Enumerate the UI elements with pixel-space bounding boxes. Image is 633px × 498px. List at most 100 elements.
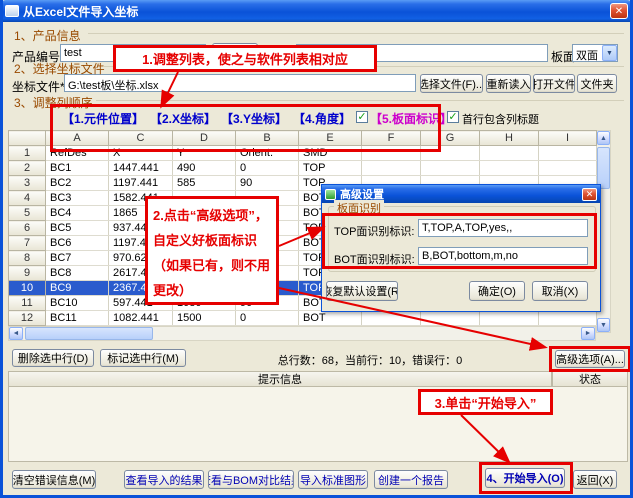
data-cell[interactable]: 585 [173,176,236,191]
row-number-cell[interactable]: 8 [9,251,46,266]
table-row[interactable]: 12BC111082.44115000BOT [9,311,597,326]
create-report-button[interactable]: 创建一个报告 [374,470,448,489]
map-label-y[interactable]: 【3.Y坐标】 [221,110,287,127]
data-cell[interactable] [362,146,421,161]
close-icon[interactable]: ✕ [610,3,628,19]
data-cell[interactable]: TOP [299,161,362,176]
table-row[interactable]: 1RefDesXYOrient.SMD [9,146,597,161]
import-standard-graphics-button[interactable]: 导入标准图形 [298,470,368,489]
row-number-cell[interactable]: 11 [9,296,46,311]
data-cell[interactable]: BC9 [46,281,109,296]
table-row[interactable]: 2BC11447.4414900TOP [9,161,597,176]
data-cell[interactable] [480,146,539,161]
column-letter[interactable]: I [539,131,597,146]
dialog-close-icon[interactable]: ✕ [582,188,597,201]
horizontal-scrollbar[interactable]: ◄ ► [8,326,596,341]
top-mark-input[interactable]: T,TOP,A,TOP,yes,, [418,219,588,237]
column-letter[interactable]: H [480,131,539,146]
choose-file-button[interactable]: 选择文件(F)... [420,74,483,93]
row-number-cell[interactable]: 5 [9,206,46,221]
data-cell[interactable] [480,161,539,176]
data-cell[interactable] [421,311,480,326]
column-letter[interactable]: B [236,131,299,146]
horizontal-scroll-thumb[interactable] [25,327,153,340]
data-cell[interactable]: 1082.441 [109,311,173,326]
row-number-cell[interactable]: 10 [9,281,46,296]
chevron-down-icon[interactable]: ▼ [602,45,617,61]
data-cell[interactable]: 490 [173,161,236,176]
coordinate-file-input[interactable]: G:\test板\坐标.xlsx [64,74,416,92]
row-number-cell[interactable]: 12 [9,311,46,326]
data-cell[interactable]: BC3 [46,191,109,206]
data-cell[interactable]: BC1 [46,161,109,176]
map-label-x[interactable]: 【2.X坐标】 [150,110,216,127]
data-cell[interactable]: 0 [236,161,299,176]
scroll-up-icon[interactable]: ▲ [597,131,610,145]
map-label-angle[interactable]: 【4.角度】 [293,110,351,127]
data-cell[interactable] [362,311,421,326]
row-number-cell[interactable]: 9 [9,266,46,281]
data-cell[interactable]: 1447.441 [109,161,173,176]
restore-defaults-button[interactable]: 恢复默认设置(R) [326,281,398,301]
folder-button[interactable]: 文件夹 [577,74,617,93]
back-button[interactable]: 返回(X) [573,470,617,489]
data-cell[interactable]: BC8 [46,266,109,281]
column-letters-row[interactable]: ACDBEFGHI [9,131,597,146]
reload-button[interactable]: 重新读入 [486,74,531,93]
row-number-cell[interactable]: 4 [9,191,46,206]
data-cell[interactable]: SMD [299,146,362,161]
scroll-left-icon[interactable]: ◄ [9,327,23,340]
row-number-cell[interactable]: 2 [9,161,46,176]
data-cell[interactable]: X [109,146,173,161]
ok-button[interactable]: 确定(O) [469,281,525,301]
data-cell[interactable]: BC6 [46,236,109,251]
scroll-right-icon[interactable]: ► [581,327,595,340]
data-cell[interactable]: 0 [236,311,299,326]
delete-selected-rows-button[interactable]: 删除选中行(D) [12,349,94,367]
mark-selected-rows-button[interactable]: 标记选中行(M) [100,349,186,367]
data-cell[interactable]: 90 [236,176,299,191]
info-column-header[interactable]: 提示信息 [8,371,552,387]
row-number-cell[interactable]: 6 [9,221,46,236]
vertical-scroll-thumb[interactable] [597,147,610,189]
row-number-cell[interactable]: 7 [9,236,46,251]
row-number-cell[interactable]: 3 [9,176,46,191]
data-cell[interactable]: 1500 [173,311,236,326]
cancel-button[interactable]: 取消(X) [532,281,588,301]
data-cell[interactable] [421,146,480,161]
data-cell[interactable] [362,161,421,176]
first-row-header-checkbox[interactable]: ✓ [447,111,459,123]
data-cell[interactable] [539,161,597,176]
advanced-options-button[interactable]: 高级选项(A)... [555,350,625,368]
data-cell[interactable]: BC2 [46,176,109,191]
bot-mark-input[interactable]: B,BOT,bottom,m,no [418,247,588,265]
data-cell[interactable] [480,311,539,326]
data-cell[interactable]: RefDes [46,146,109,161]
column-letter[interactable]: G [421,131,480,146]
data-cell[interactable] [539,311,597,326]
data-cell[interactable]: BC10 [46,296,109,311]
data-cell[interactable]: BC7 [46,251,109,266]
data-cell[interactable]: BC11 [46,311,109,326]
row-number-cell[interactable]: 1 [9,146,46,161]
clear-errors-button[interactable]: 清空错误信息(M) [12,470,96,489]
view-bom-compare-button[interactable]: 查看与BOM对比结果 [208,470,294,489]
data-cell[interactable]: Y [173,146,236,161]
data-cell[interactable]: BC5 [46,221,109,236]
column-letter[interactable]: D [173,131,236,146]
map-label-board-mark[interactable]: 【5.板面标识】 [370,110,452,127]
column-letter[interactable]: A [46,131,109,146]
data-cell[interactable] [421,161,480,176]
board-mark-checkbox[interactable]: ✓ [356,111,368,123]
data-cell[interactable]: BC4 [46,206,109,221]
open-file-button[interactable]: 打开文件 [533,74,575,93]
scroll-down-icon[interactable]: ▼ [597,318,610,332]
data-cell[interactable]: BOT [299,311,362,326]
map-label-position[interactable]: 【1.元件位置】 [62,110,144,127]
column-letter[interactable]: C [109,131,173,146]
view-import-result-button[interactable]: 查看导入的结果 [124,470,204,489]
column-letter[interactable]: E [299,131,362,146]
data-cell[interactable] [539,146,597,161]
data-cell[interactable]: Orient. [236,146,299,161]
status-column-header[interactable]: 状态 [552,371,628,387]
